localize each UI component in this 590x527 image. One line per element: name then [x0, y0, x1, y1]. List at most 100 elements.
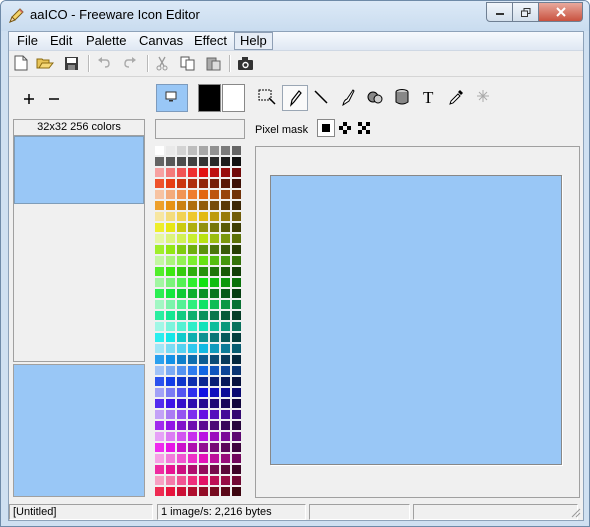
palette-swatch[interactable] [177, 344, 186, 353]
palette-swatch[interactable] [210, 168, 219, 177]
palette-swatch[interactable] [221, 399, 230, 408]
palette-swatch[interactable] [232, 322, 241, 331]
palette-swatch[interactable] [199, 245, 208, 254]
palette-swatch[interactable] [221, 476, 230, 485]
palette-swatch[interactable] [188, 234, 197, 243]
palette-swatch[interactable] [210, 146, 219, 155]
close-button[interactable] [539, 2, 583, 22]
palette-swatch[interactable] [221, 146, 230, 155]
palette-swatch[interactable] [221, 190, 230, 199]
icon-format-thumbnail[interactable] [14, 136, 144, 204]
palette-swatch[interactable] [221, 377, 230, 386]
palette-swatch[interactable] [166, 421, 175, 430]
palette-swatch[interactable] [155, 465, 164, 474]
palette-swatch[interactable] [232, 454, 241, 463]
palette-swatch[interactable] [210, 443, 219, 452]
mask-solid-button[interactable] [317, 119, 335, 137]
icon-canvas[interactable] [270, 175, 562, 465]
palette-swatch[interactable] [177, 465, 186, 474]
menu-edit[interactable]: Edit [45, 33, 77, 49]
palette-swatch[interactable] [232, 432, 241, 441]
palette-swatch[interactable] [177, 388, 186, 397]
palette-swatch[interactable] [177, 333, 186, 342]
palette-swatch[interactable] [177, 168, 186, 177]
palette-swatch[interactable] [188, 432, 197, 441]
palette-swatch[interactable] [199, 168, 208, 177]
palette-swatch[interactable] [166, 168, 175, 177]
palette-swatch[interactable] [221, 333, 230, 342]
palette-swatch[interactable] [155, 146, 164, 155]
palette-swatch[interactable] [155, 157, 164, 166]
palette-swatch[interactable] [221, 256, 230, 265]
palette-swatch[interactable] [188, 366, 197, 375]
palette-swatch[interactable] [155, 256, 164, 265]
palette-swatch[interactable] [199, 377, 208, 386]
palette-swatch[interactable] [210, 465, 219, 474]
palette-swatch[interactable] [210, 454, 219, 463]
palette-swatch[interactable] [221, 454, 230, 463]
palette-swatch[interactable] [177, 487, 186, 496]
palette-swatch[interactable] [188, 454, 197, 463]
palette-swatch[interactable] [155, 344, 164, 353]
menu-help[interactable]: Help [234, 32, 273, 50]
palette-swatch[interactable] [188, 256, 197, 265]
palette-swatch[interactable] [155, 366, 164, 375]
menu-palette[interactable]: Palette [81, 33, 131, 49]
palette-swatch[interactable] [177, 201, 186, 210]
maximize-button[interactable] [513, 2, 539, 22]
palette-swatch[interactable] [188, 421, 197, 430]
palette-swatch[interactable] [232, 289, 241, 298]
menu-file[interactable]: File [12, 33, 43, 49]
palette-swatch[interactable] [221, 388, 230, 397]
palette-swatch[interactable] [188, 355, 197, 364]
palette-swatch[interactable] [166, 454, 175, 463]
palette-swatch[interactable] [166, 388, 175, 397]
palette-swatch[interactable] [166, 322, 175, 331]
line-tool[interactable] [309, 85, 333, 109]
palette-swatch[interactable] [177, 443, 186, 452]
palette-swatch[interactable] [188, 146, 197, 155]
palette-swatch[interactable] [199, 465, 208, 474]
palette-swatch[interactable] [210, 388, 219, 397]
resize-grip-icon[interactable] [571, 508, 581, 518]
palette-swatch[interactable] [210, 432, 219, 441]
palette-swatch[interactable] [210, 399, 219, 408]
palette-swatch[interactable] [177, 289, 186, 298]
palette-swatch[interactable] [210, 234, 219, 243]
palette-swatch[interactable] [177, 267, 186, 276]
remove-image-button[interactable] [44, 90, 64, 108]
palette-swatch[interactable] [177, 223, 186, 232]
palette-swatch[interactable] [221, 201, 230, 210]
palette-swatch[interactable] [177, 234, 186, 243]
palette-swatch[interactable] [155, 333, 164, 342]
palette-swatch[interactable] [210, 487, 219, 496]
palette-swatch[interactable] [232, 278, 241, 287]
palette-swatch[interactable] [155, 399, 164, 408]
palette-swatch[interactable] [166, 476, 175, 485]
palette-swatch[interactable] [199, 476, 208, 485]
palette-swatch[interactable] [232, 399, 241, 408]
palette-swatch[interactable] [166, 410, 175, 419]
text-tool[interactable]: T [417, 85, 441, 109]
palette-swatch[interactable] [166, 366, 175, 375]
palette-swatch[interactable] [166, 443, 175, 452]
palette-swatch[interactable] [199, 410, 208, 419]
palette-swatch[interactable] [177, 300, 186, 309]
palette-swatch[interactable] [232, 223, 241, 232]
palette-swatch[interactable] [188, 388, 197, 397]
palette-swatch[interactable] [155, 355, 164, 364]
palette-swatch[interactable] [232, 421, 241, 430]
palette-swatch[interactable] [232, 190, 241, 199]
palette-swatch[interactable] [199, 421, 208, 430]
palette-swatch[interactable] [210, 344, 219, 353]
palette-swatch[interactable] [210, 157, 219, 166]
palette-swatch[interactable] [155, 190, 164, 199]
palette-swatch[interactable] [166, 267, 175, 276]
palette-swatch[interactable] [177, 399, 186, 408]
palette-swatch[interactable] [232, 311, 241, 320]
palette-swatch[interactable] [155, 212, 164, 221]
palette-swatch[interactable] [232, 267, 241, 276]
palette-swatch[interactable] [188, 179, 197, 188]
palette-swatch[interactable] [199, 234, 208, 243]
palette-swatch[interactable] [177, 157, 186, 166]
